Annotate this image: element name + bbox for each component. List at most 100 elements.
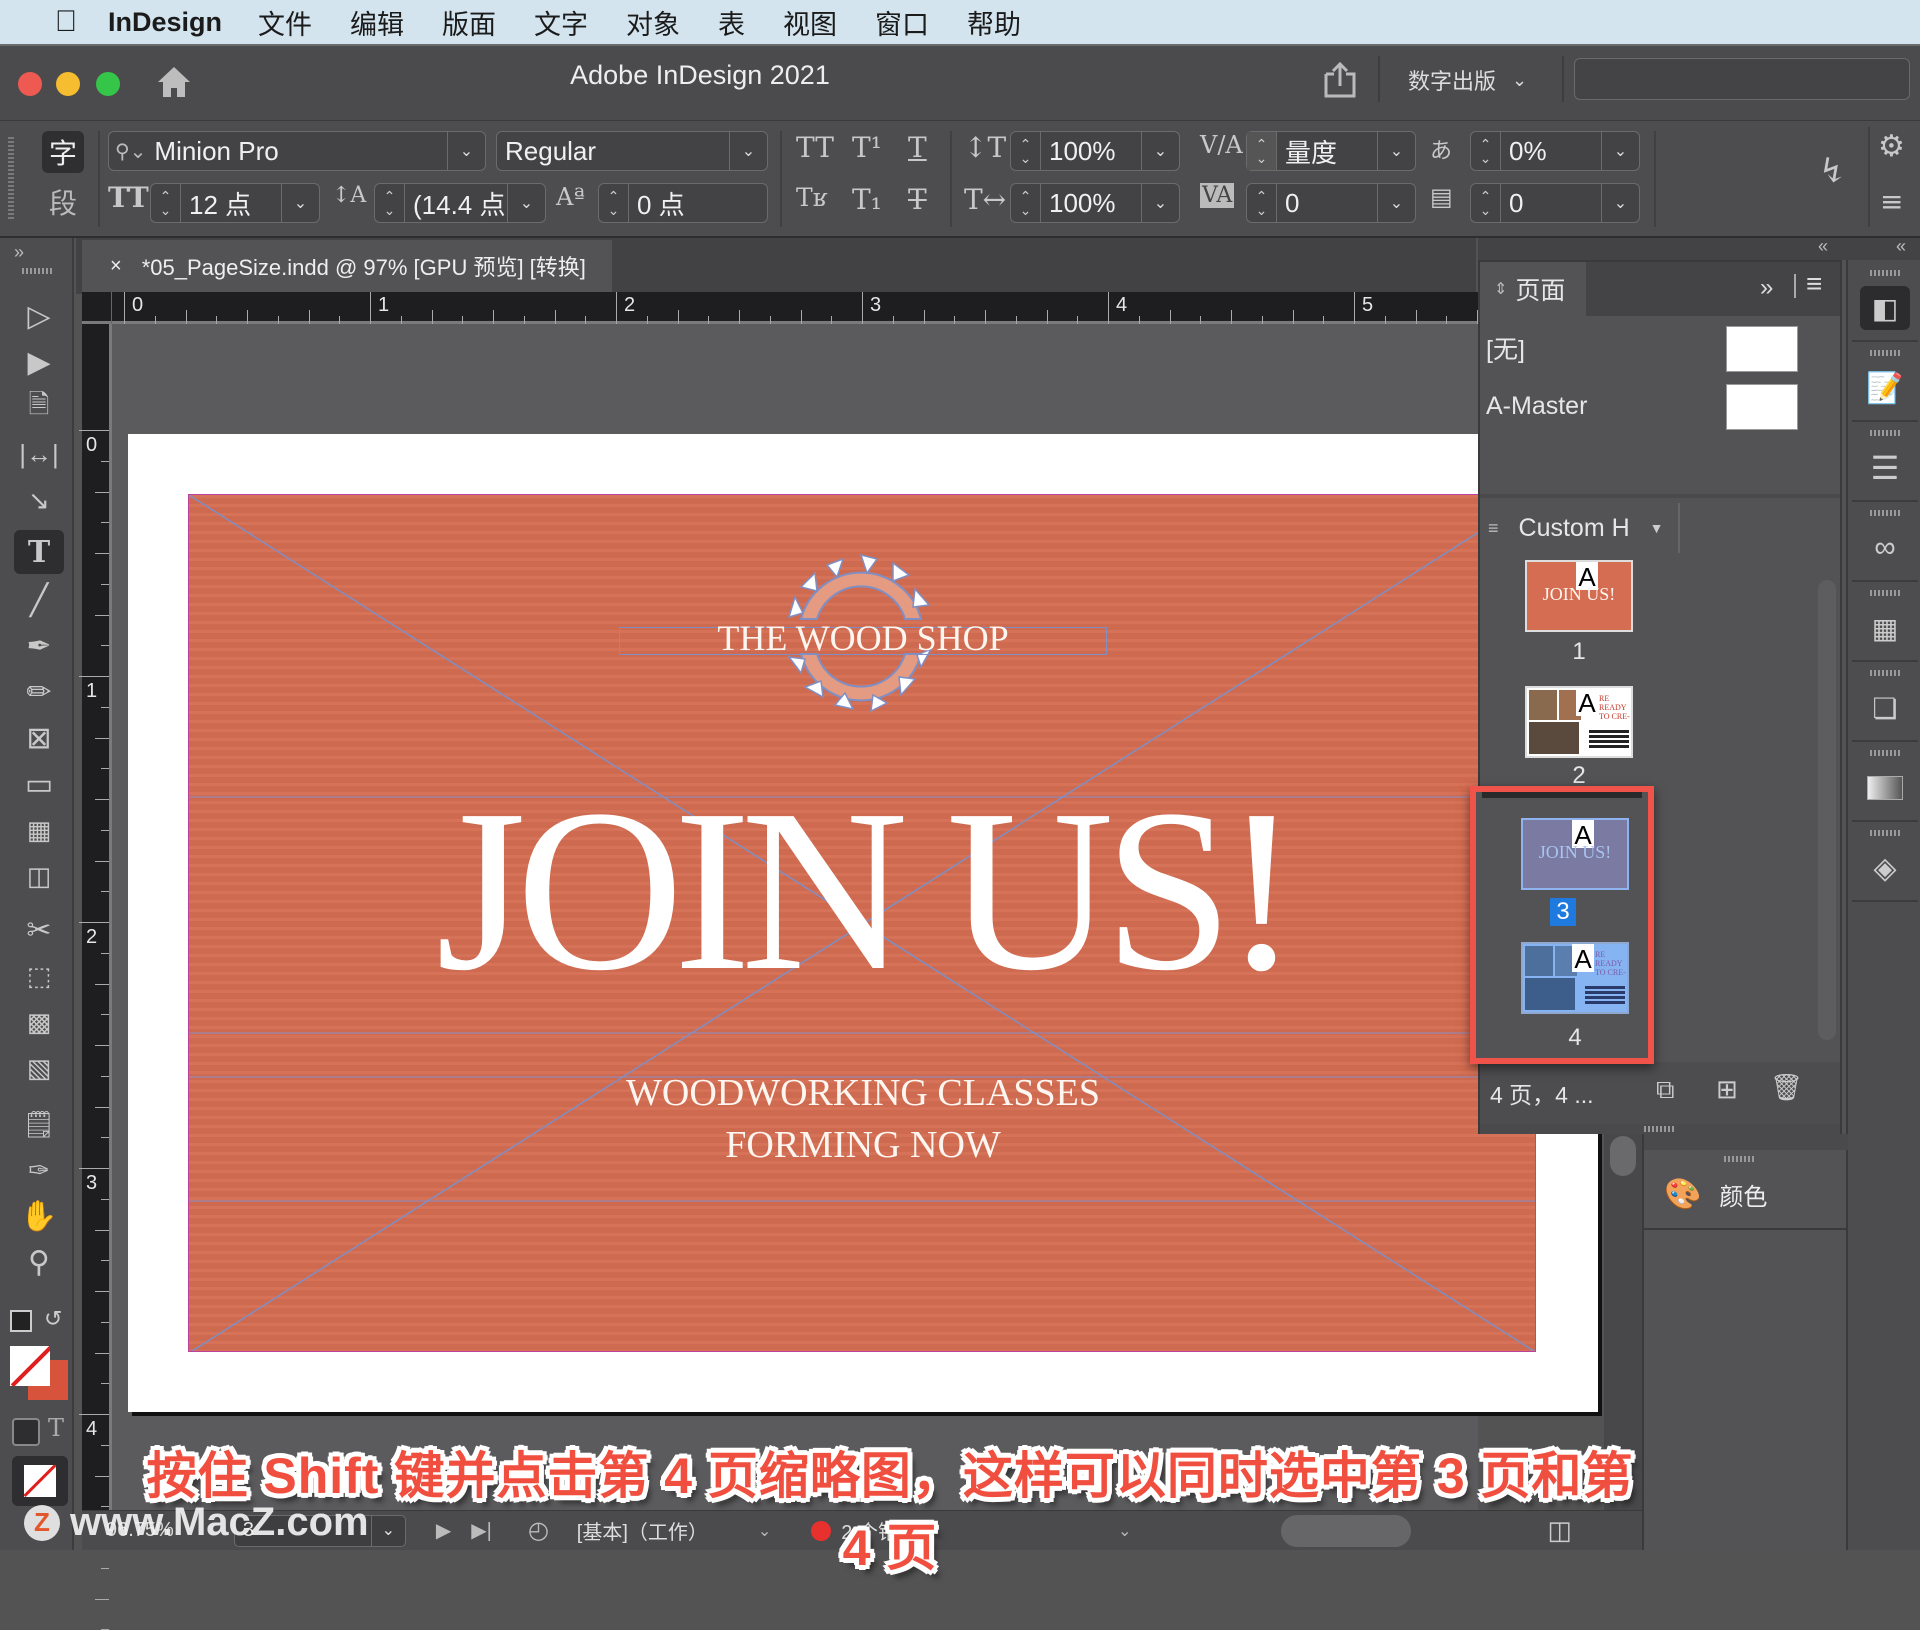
horizontal-grid-tool-icon[interactable]: ▦ [14,808,64,852]
dock-links[interactable]: ∞ [1852,504,1918,582]
headline-text[interactable]: JOIN US! [189,775,1535,1007]
dock-layers[interactable]: ◈ [1852,824,1918,902]
subheadline-line-2[interactable]: FORMING NOW [189,1123,1535,1167]
stepper-icon[interactable]: ⌃ ⌄ [1247,132,1277,170]
vertical-grid-tool-icon[interactable]: ◫ [14,854,64,898]
font-size-field[interactable]: ⌃ ⌄ 12 点 ⌄ [150,183,320,223]
strikethrough-icon[interactable]: T [908,183,927,216]
dock-stroke[interactable]: ☰ [1852,424,1918,502]
page-thumbnail[interactable]: A RE READY TO CRE- [1521,942,1629,1014]
grid-count-field[interactable]: ⌃ ⌄ 0 ⌄ [1470,183,1640,223]
panel-resize-grip[interactable] [1480,1124,1840,1134]
subscript-icon[interactable]: T₁ [852,183,882,216]
formatting-text-icon[interactable]: T [48,1414,64,1442]
gear-icon[interactable]: ⚙ [1878,129,1905,164]
stepper-icon[interactable]: ⌃ ⌄ [1471,132,1501,170]
view-mode-button[interactable] [12,1456,68,1506]
vertical-ruler[interactable]: 0 1 2 3 4 [79,324,112,1630]
dock-pages[interactable]: ◧ [1852,264,1918,342]
selection-tool-icon[interactable]: ▷ [14,294,64,338]
chevron-down-icon[interactable]: ⌄ [1601,132,1639,170]
page-tool-icon[interactable]: 🗎 [14,386,64,430]
page-item-selected[interactable]: A JOIN US! 3 [1470,792,1654,926]
delete-page-icon[interactable]: 🗑 [1770,1072,1803,1103]
superscript-icon[interactable]: T¹ [852,131,882,164]
direct-selection-tool-icon[interactable]: ▶ [14,340,64,384]
dropdown-triangle-icon[interactable]: ▼ [1650,520,1664,536]
dock-bookmarks[interactable]: ❏ [1852,664,1918,742]
note-tool-icon[interactable]: 🗒 [14,1102,64,1146]
page-thumbnail[interactable]: A JOIN US! [1525,560,1633,632]
expand-panel-icon[interactable]: » [14,242,24,263]
stepper-icon[interactable]: ⌃ ⌄ [1471,184,1501,222]
menu-edit[interactable]: 编辑 [350,3,404,42]
stepper-icon[interactable]: ⌃ ⌄ [151,184,181,222]
chevron-down-icon[interactable]: ⌄ [447,132,485,170]
pages-panel-tab[interactable]: ⇕ 页面 [1480,262,1586,316]
share-icon[interactable] [1322,60,1358,100]
drag-handle-icon[interactable]: ≡ [1488,518,1499,539]
leading-field[interactable]: ⌃ ⌄ (14.4 点 ⌄ [374,183,546,223]
swap-fill-stroke-icon[interactable]: ↺ [44,1306,62,1332]
master-thumbnail[interactable] [1726,326,1798,372]
paragraph-mode-button[interactable]: 段 [42,181,84,223]
chevron-down-icon[interactable]: ⌄ [1141,184,1179,222]
menu-table[interactable]: 表 [718,3,745,42]
font-style-field[interactable]: Regular ⌄ [496,131,768,171]
collapse-panel-icon[interactable]: « [1818,236,1828,257]
menu-type[interactable]: 文字 [534,3,588,42]
menu-view[interactable]: 视图 [783,3,837,42]
document-tab[interactable]: × *05_PageSize.indd @ 97% [GPU 预览] [转换] [82,240,612,292]
vertical-scale-field[interactable]: ⌃ ⌄ 100% ⌄ [1010,131,1180,171]
small-caps-icon[interactable]: Tʁ [796,183,827,212]
tracking-field[interactable]: ⌃ ⌄ 0 ⌄ [1246,183,1416,223]
underline-icon[interactable]: T [908,131,927,164]
close-tab-icon[interactable]: × [110,255,122,278]
edit-page-size-icon[interactable]: ⧉ [1656,1074,1675,1106]
vertical-scrollbar-thumb[interactable] [1610,1136,1636,1176]
free-transform-tool-icon[interactable]: ⬚ [14,954,64,998]
menu-object[interactable]: 对象 [626,3,680,42]
hand-tool-icon[interactable]: ✋ [14,1194,64,1238]
rectangle-frame-tool-icon[interactable]: ⊠ [14,716,64,760]
panel-grip[interactable] [22,268,52,274]
stepper-icon[interactable]: ⌃ ⌄ [599,184,629,222]
eyedropper-tool-icon[interactable]: ✑ [14,1148,64,1192]
chevron-down-icon[interactable]: ⌄ [1377,184,1415,222]
font-family-field[interactable]: ⚲⌄ Minion Pro ⌄ [108,131,486,171]
master-thumbnail[interactable] [1726,384,1798,430]
subheadline-line-1[interactable]: WOODWORKING CLASSES [189,1071,1535,1115]
stepper-icon[interactable]: ⌃ ⌄ [1011,132,1041,170]
search-input[interactable] [1574,58,1910,100]
master-item-none[interactable]: [无] [1486,322,1836,374]
gap-tool-icon[interactable]: |↔| [14,432,64,476]
menu-icon[interactable]: ≡ [1880,185,1903,218]
kerning-field[interactable]: ⌃ ⌄ 量度 ⌄ [1246,131,1416,171]
stepper-icon[interactable]: ⌃ ⌄ [1011,184,1041,222]
pen-tool-icon[interactable]: ✒ [14,624,64,668]
character-mode-button[interactable]: 字 [42,131,84,173]
content-collector-icon[interactable]: ↘ [14,478,64,522]
master-item-a-master[interactable]: A-Master [1486,380,1836,432]
chevron-down-icon[interactable]: ⌄ [729,132,767,170]
dock-cc-libraries[interactable]: 📝 [1852,344,1918,422]
fill-swatch-none[interactable] [10,1346,50,1386]
baseline-shift-field[interactable]: ⌃ ⌄ 0 点 [598,183,768,223]
page-item-selected[interactable]: A RE READY TO CRE- 4 [1470,940,1654,1064]
dock-swatches[interactable]: ▦ [1852,584,1918,662]
page-thumbnail[interactable]: A RE READY TO CRE- [1525,686,1633,758]
page-size-select[interactable]: Custom H [1519,514,1630,543]
new-page-icon[interactable]: ⊞ [1716,1074,1738,1105]
color-panel-tab[interactable]: 🎨 颜色 [1644,1150,1848,1230]
chevron-down-icon[interactable]: ⌄ [1601,184,1639,222]
chevron-down-icon[interactable]: ⌄ [507,184,545,222]
page-thumbnail[interactable]: A JOIN US! [1521,818,1629,890]
default-fill-stroke-icon[interactable] [10,1310,32,1332]
panel-menu-icon[interactable]: ≡ [1806,268,1822,300]
pages-scrollbar[interactable] [1818,580,1836,1040]
gradient-swatch-tool-icon[interactable]: ▩ [14,1000,64,1044]
page-item[interactable]: A RE READY TO CRE- 2 [1480,684,1680,794]
gradient-feather-tool-icon[interactable]: ▧ [14,1046,64,1090]
workspace-switcher[interactable]: 数字出版 ⌄ [1408,64,1527,96]
page-item[interactable]: A JOIN US! 1 [1480,558,1680,668]
